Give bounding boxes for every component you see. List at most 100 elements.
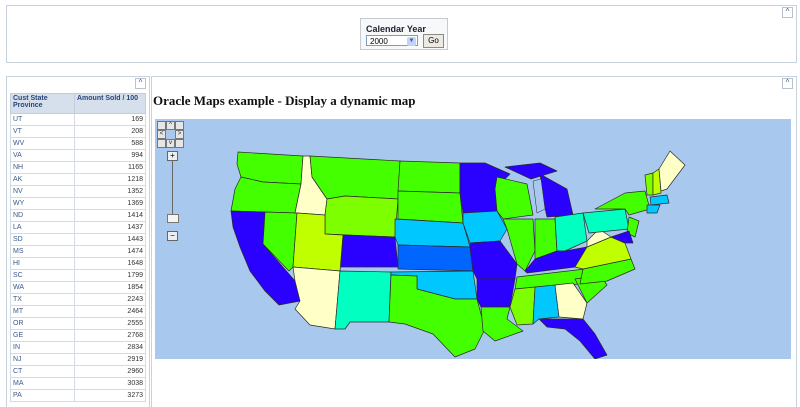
map-canvas[interactable]: ^ < > v + − bbox=[155, 119, 791, 359]
state-ct bbox=[646, 204, 661, 214]
cell-amount: 1443 bbox=[74, 233, 146, 246]
table-row: MA 3038 bbox=[10, 377, 146, 390]
cell-amount: 208 bbox=[74, 125, 146, 138]
state-ar bbox=[476, 278, 516, 308]
column-header-state[interactable]: Cust State Province bbox=[10, 93, 75, 114]
cell-amount: 1437 bbox=[74, 221, 146, 234]
cell-amount: 1799 bbox=[74, 269, 146, 282]
cell-state[interactable]: WY bbox=[10, 197, 75, 210]
cell-state[interactable]: WV bbox=[10, 137, 75, 150]
cell-state[interactable]: SC bbox=[10, 269, 75, 282]
table-row: GE 2768 bbox=[10, 329, 146, 342]
cell-state[interactable]: UT bbox=[10, 113, 75, 126]
cell-state[interactable]: LA bbox=[10, 221, 75, 234]
state-me bbox=[658, 150, 686, 192]
cell-amount: 1474 bbox=[74, 245, 146, 258]
cell-state[interactable]: OR bbox=[10, 317, 75, 330]
cell-amount: 1854 bbox=[74, 281, 146, 294]
cell-state[interactable]: TX bbox=[10, 293, 75, 306]
table-row: IN 2834 bbox=[10, 341, 146, 354]
year-select[interactable]: 2000 ▼ bbox=[366, 35, 418, 46]
state-nm bbox=[334, 270, 392, 330]
state-wy bbox=[324, 195, 399, 238]
state-mi bbox=[539, 173, 574, 218]
cell-state[interactable]: MA bbox=[10, 377, 75, 390]
cell-amount: 3273 bbox=[74, 389, 146, 402]
dropdown-arrow-icon[interactable]: ▼ bbox=[407, 37, 416, 46]
cell-amount: 1352 bbox=[74, 185, 146, 198]
table-row: MS 1474 bbox=[10, 245, 146, 258]
table-row: PA 3273 bbox=[10, 389, 146, 402]
cell-state[interactable]: VT bbox=[10, 125, 75, 138]
sales-table-panel: ^ Cust State Province Amount Sold / 100 … bbox=[6, 76, 150, 407]
table-row: WY 1369 bbox=[10, 197, 146, 210]
cell-amount: 169 bbox=[74, 113, 146, 126]
state-ne bbox=[394, 218, 471, 248]
calendar-year-label: Calendar Year bbox=[366, 24, 426, 34]
cell-state[interactable]: HI bbox=[10, 257, 75, 270]
cell-amount: 1369 bbox=[74, 197, 146, 210]
table-row: NV 1352 bbox=[10, 185, 146, 198]
map-title: Oracle Maps example - Display a dynamic … bbox=[153, 93, 416, 108]
collapse-up-icon[interactable]: ^ bbox=[135, 78, 146, 89]
cell-state[interactable]: SD bbox=[10, 233, 75, 246]
cell-state[interactable]: WA bbox=[10, 281, 75, 294]
state-co bbox=[340, 234, 399, 268]
state-al bbox=[532, 284, 560, 325]
table-row: NH 1165 bbox=[10, 161, 146, 174]
cell-state[interactable]: MS bbox=[10, 245, 75, 258]
cell-amount: 2960 bbox=[74, 365, 146, 378]
table-row: TX 2243 bbox=[10, 293, 146, 306]
map-panel: ^ Oracle Maps example - Display a dynami… bbox=[151, 76, 797, 407]
cell-state[interactable]: VA bbox=[10, 149, 75, 162]
go-button[interactable]: Go bbox=[423, 34, 444, 48]
collapse-up-icon[interactable]: ^ bbox=[782, 7, 793, 18]
state-ma bbox=[649, 194, 670, 206]
state-ms bbox=[509, 286, 536, 326]
state-nd bbox=[397, 160, 461, 194]
cell-amount: 588 bbox=[74, 137, 146, 150]
table-row: CT 2960 bbox=[10, 365, 146, 378]
cell-amount: 1414 bbox=[74, 209, 146, 222]
table-row: VA 994 bbox=[10, 149, 146, 162]
cell-state[interactable]: CT bbox=[10, 365, 75, 378]
cell-state[interactable]: NJ bbox=[10, 353, 75, 366]
cell-amount: 994 bbox=[74, 149, 146, 162]
cell-state[interactable]: GE bbox=[10, 329, 75, 342]
table-row: UT 169 bbox=[10, 113, 146, 126]
cell-amount: 2834 bbox=[74, 341, 146, 354]
table-row: ND 1414 bbox=[10, 209, 146, 222]
state-oh bbox=[554, 212, 588, 252]
table-row: WA 1854 bbox=[10, 281, 146, 294]
table-row: AK 1218 bbox=[10, 173, 146, 186]
cell-state[interactable]: ND bbox=[10, 209, 75, 222]
cell-amount: 2243 bbox=[74, 293, 146, 306]
cell-amount: 1648 bbox=[74, 257, 146, 270]
cell-state[interactable]: NV bbox=[10, 185, 75, 198]
state-sd bbox=[397, 190, 464, 224]
table-row: OR 2555 bbox=[10, 317, 146, 330]
table-row: SC 1799 bbox=[10, 269, 146, 282]
column-header-amount[interactable]: Amount Sold / 100 bbox=[74, 93, 146, 114]
cell-state[interactable]: AK bbox=[10, 173, 75, 186]
state-fl bbox=[538, 318, 608, 359]
cell-amount: 2464 bbox=[74, 305, 146, 318]
table-row: MT 2464 bbox=[10, 305, 146, 318]
state-ks bbox=[397, 244, 474, 272]
cell-amount: 2919 bbox=[74, 353, 146, 366]
cell-amount: 2555 bbox=[74, 317, 146, 330]
collapse-up-icon[interactable]: ^ bbox=[782, 78, 793, 89]
cell-state[interactable]: NH bbox=[10, 161, 75, 174]
table-row: HI 1648 bbox=[10, 257, 146, 270]
filter-panel: ^ Calendar Year 2000 ▼ Go bbox=[6, 5, 797, 63]
table-row: VT 208 bbox=[10, 125, 146, 138]
us-state-map[interactable] bbox=[155, 119, 791, 359]
cell-state[interactable]: IN bbox=[10, 341, 75, 354]
table-row: SD 1443 bbox=[10, 233, 146, 246]
table-row: LA 1437 bbox=[10, 221, 146, 234]
state-vt bbox=[644, 172, 654, 196]
cell-state[interactable]: MT bbox=[10, 305, 75, 318]
cell-state[interactable]: PA bbox=[10, 389, 75, 402]
cell-amount: 1218 bbox=[74, 173, 146, 186]
cell-amount: 2768 bbox=[74, 329, 146, 342]
